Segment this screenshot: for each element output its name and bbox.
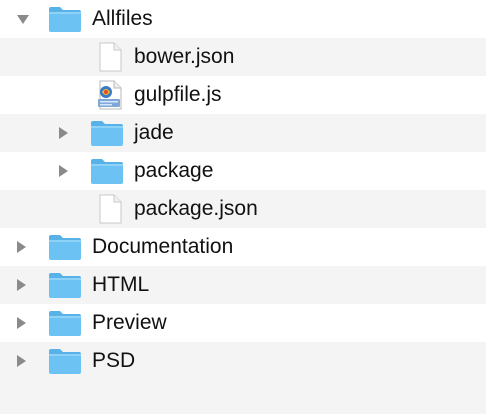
- tree-row-html[interactable]: HTML: [0, 266, 486, 304]
- tree-row-package[interactable]: package: [0, 152, 486, 190]
- folder-icon: [48, 232, 82, 262]
- disclosure-collapsed-icon[interactable]: [56, 126, 70, 140]
- tree-row-package-json[interactable]: package.json: [0, 190, 486, 228]
- disclosure-collapsed-icon[interactable]: [56, 164, 70, 178]
- javascript-file-icon: [94, 80, 128, 110]
- tree-item-label: jade: [134, 121, 174, 144]
- tree-item-label: gulpfile.js: [134, 83, 222, 106]
- tree-item-label: PSD: [92, 349, 136, 372]
- tree-row-gulpfile-js[interactable]: gulpfile.js: [0, 76, 486, 114]
- document-icon: [94, 42, 128, 72]
- file-tree: Allfiles bower.json gulpfile.js jade pac…: [0, 0, 486, 414]
- folder-icon: [48, 270, 82, 300]
- tree-item-label: package: [134, 159, 214, 182]
- tree-row-psd[interactable]: PSD: [0, 342, 486, 380]
- folder-icon: [90, 156, 124, 186]
- tree-item-label: Preview: [92, 311, 167, 334]
- folder-icon: [48, 308, 82, 338]
- tree-item-label: Allfiles: [92, 7, 153, 30]
- tree-row-bower-json[interactable]: bower.json: [0, 38, 486, 76]
- tree-row-preview[interactable]: Preview: [0, 304, 486, 342]
- tree-item-label: bower.json: [134, 45, 235, 68]
- disclosure-collapsed-icon[interactable]: [14, 240, 28, 254]
- disclosure-expanded-icon[interactable]: [16, 12, 30, 26]
- tree-row-documentation[interactable]: Documentation: [0, 228, 486, 266]
- tree-item-label: HTML: [92, 273, 150, 296]
- tree-item-label: Documentation: [92, 235, 234, 258]
- document-icon: [94, 194, 128, 224]
- folder-icon: [90, 118, 124, 148]
- folder-icon: [48, 4, 82, 34]
- disclosure-collapsed-icon[interactable]: [14, 278, 28, 292]
- tree-row-jade[interactable]: jade: [0, 114, 486, 152]
- disclosure-collapsed-icon[interactable]: [14, 354, 28, 368]
- disclosure-collapsed-icon[interactable]: [14, 316, 28, 330]
- tree-row-allfiles[interactable]: Allfiles: [0, 0, 486, 38]
- tree-item-label: package.json: [134, 197, 258, 220]
- folder-icon: [48, 346, 82, 376]
- empty-row: [0, 380, 486, 414]
